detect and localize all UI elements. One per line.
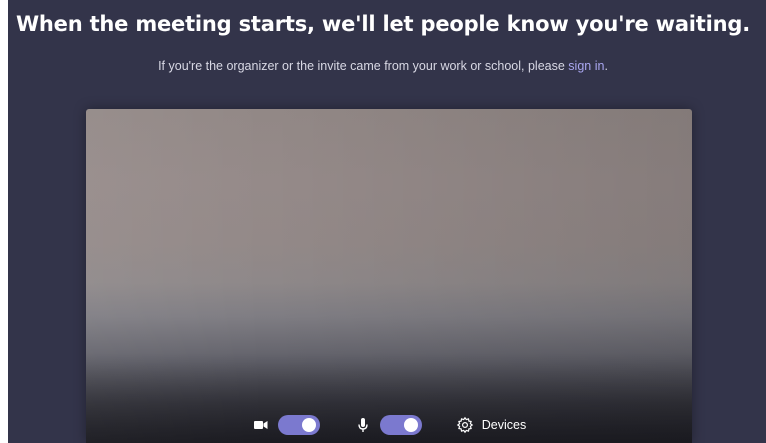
microphone-icon (354, 416, 372, 434)
devices-button[interactable]: Devices (456, 416, 526, 434)
organizer-hint-text: If you're the organizer or the invite ca… (158, 59, 569, 73)
devices-label: Devices (481, 418, 527, 432)
microphone-toggle[interactable] (379, 415, 422, 435)
camera-toggle[interactable] (277, 415, 320, 435)
prejoin-screen: When the meeting starts, we'll let peopl… (8, 0, 766, 443)
device-controls: Devices (86, 414, 692, 436)
page-title: When the meeting starts, we'll let peopl… (15, 12, 751, 36)
organizer-hint-period: . (604, 59, 608, 73)
organizer-hint: If you're the organizer or the invite ca… (8, 59, 766, 73)
camera-control (252, 415, 320, 435)
sign-in-link[interactable]: sign in (568, 59, 604, 73)
microphone-control (354, 415, 422, 435)
gear-icon (456, 416, 474, 434)
camera-toggle-knob (301, 418, 316, 432)
camera-icon (252, 416, 270, 434)
microphone-toggle-knob (403, 418, 418, 432)
video-preview: Devices (86, 109, 692, 443)
